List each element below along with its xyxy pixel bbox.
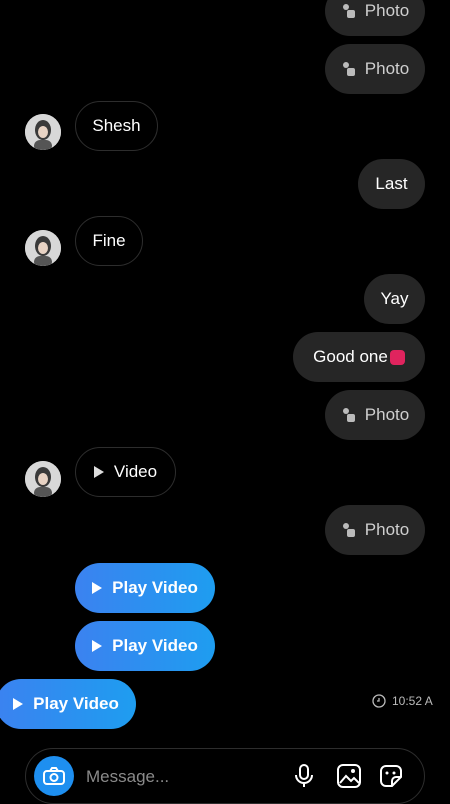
message-text: Fine <box>92 231 126 250</box>
message-input[interactable] <box>84 749 278 804</box>
play-video-button[interactable]: Play Video <box>75 621 215 671</box>
camera-icon <box>43 767 65 785</box>
received-text-message[interactable]: Shesh <box>75 101 158 151</box>
play-video-button[interactable]: Play Video <box>0 679 136 729</box>
play-video-label: Play Video <box>112 636 198 655</box>
sent-text-message[interactable]: Good one <box>293 332 425 382</box>
message-text: Good one <box>313 347 388 366</box>
play-icon <box>92 582 103 594</box>
photo-label: Photo <box>364 520 410 539</box>
video-label: Video <box>113 462 158 481</box>
microphone-icon[interactable] <box>291 763 317 789</box>
contact-avatar[interactable] <box>25 461 61 497</box>
play-video-label: Play Video <box>112 578 198 597</box>
photo-icon <box>342 408 355 422</box>
photo-label: Photo <box>364 405 410 424</box>
sent-photo-message[interactable]: Photo <box>325 390 425 440</box>
play-video-button[interactable]: Play Video <box>75 563 215 613</box>
play-video-label: Play Video <box>33 694 119 713</box>
contact-avatar[interactable] <box>25 230 61 266</box>
message-composer <box>25 748 425 804</box>
sent-photo-message[interactable]: Photo <box>325 505 425 555</box>
sent-photo-message[interactable]: Photo <box>325 0 425 36</box>
sent-photo-message[interactable]: Photo <box>325 44 425 94</box>
sent-text-message[interactable]: Yay <box>364 274 425 324</box>
photo-icon <box>342 523 355 537</box>
photo-icon <box>342 4 355 18</box>
message-timestamp: 10:52 A <box>372 694 433 708</box>
message-text: Shesh <box>92 116 141 135</box>
message-text: Last <box>375 174 408 193</box>
timestamp-text: 10:52 A <box>392 694 433 708</box>
photo-icon <box>342 62 355 76</box>
play-icon <box>93 466 104 478</box>
photo-label: Photo <box>364 59 410 78</box>
clock-icon <box>372 694 386 708</box>
gallery-icon[interactable] <box>336 763 362 789</box>
photo-label: Photo <box>364 1 410 20</box>
sticker-icon[interactable] <box>378 763 404 789</box>
sent-text-message[interactable]: Last <box>358 159 425 209</box>
contact-avatar[interactable] <box>25 114 61 150</box>
play-icon <box>92 640 103 652</box>
tongue-emoji-icon <box>389 349 405 365</box>
camera-button[interactable] <box>34 756 74 796</box>
received-text-message[interactable]: Fine <box>75 216 143 266</box>
play-icon <box>13 698 24 710</box>
received-video-message[interactable]: Video <box>75 447 176 497</box>
message-text: Yay <box>380 289 409 308</box>
